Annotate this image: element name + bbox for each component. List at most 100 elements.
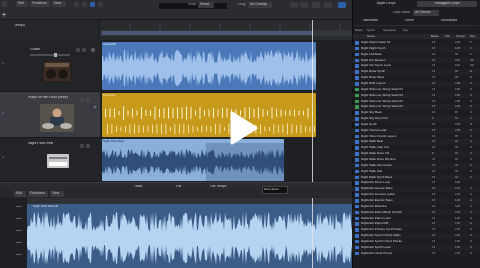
col-fav[interactable]: Fav	[445, 35, 450, 38]
editor-amplitude-scale	[0, 198, 27, 268]
tab-file[interactable]: File	[176, 185, 181, 188]
editor-playhead[interactable]	[312, 198, 313, 268]
filter-signature[interactable]: Signature	[383, 29, 396, 32]
track-header-audio[interactable]: 3 Night Flow Rest	[0, 138, 100, 182]
loop-beats: 16	[432, 46, 436, 50]
loop-name: Night Walk Beat	[361, 140, 384, 144]
drag-dropdown[interactable]: No Overlap	[248, 2, 272, 8]
mute-button[interactable]	[80, 98, 84, 102]
tab-descriptors[interactable]: Descriptors	[441, 19, 457, 22]
waveform-audio	[102, 143, 284, 181]
toolbar-edit-menu[interactable]: Edit	[16, 1, 28, 7]
loop-key: A	[470, 105, 473, 109]
editor-waveform	[27, 211, 352, 265]
loop-beats: 16	[432, 64, 436, 68]
loop-key: A	[470, 245, 473, 249]
pan-knob[interactable]	[92, 104, 98, 110]
loop-tempo: 110	[455, 58, 460, 62]
tab-apple-loops[interactable]: Apple Loops	[357, 1, 415, 7]
loop-beats: 16	[432, 58, 436, 62]
mute-button[interactable]	[76, 48, 80, 52]
solo-button[interactable]	[82, 48, 86, 52]
loop-list-item[interactable]: Nightclub Vocal Chops 16 120 A	[352, 251, 480, 257]
loop-beats: 16	[432, 175, 436, 179]
filter-beats[interactable]: Beats	[355, 29, 363, 32]
tempo-track-label: Tempo	[14, 24, 25, 27]
tab-instrument[interactable]: Instrument	[363, 19, 378, 22]
loop-key: C	[470, 146, 473, 150]
track-name[interactable]: Night Flow Rest	[28, 142, 53, 146]
loop-name: Night Walk Drum Rhythm	[361, 158, 396, 161]
loop-name: Night Rider Synth	[361, 70, 386, 74]
toolbar-functions-menu[interactable]: Functions	[30, 1, 50, 7]
loop-key: A	[470, 198, 473, 202]
tab-file-tempo[interactable]: File Tempo	[210, 185, 227, 188]
loop-beats: 8	[432, 117, 434, 121]
col-beats[interactable]: Beats	[431, 35, 439, 38]
loop-name: Night Out Reason	[361, 58, 386, 62]
editor-view-menu[interactable]: View	[50, 191, 64, 197]
tracks-header: Tempo	[0, 20, 100, 40]
loop-key: Gb	[470, 58, 475, 62]
loop-icon	[355, 251, 359, 256]
play-icon[interactable]	[222, 108, 262, 148]
editor-edit-menu[interactable]: Edit	[14, 191, 26, 197]
loop-beats: 16	[432, 228, 436, 232]
loop-packs-dropdown[interactable]: All Genres	[413, 10, 439, 16]
loop-key: A	[470, 204, 473, 208]
loop-beats: 16	[432, 105, 436, 109]
loop-icon	[355, 228, 359, 232]
main-toolbar: Edit Functions View Snap: Smart Drag: No…	[0, 0, 352, 20]
loop-name: Night Walk Pad	[361, 169, 383, 173]
loop-icon	[355, 122, 359, 127]
add-track-icon[interactable]	[2, 12, 22, 17]
region-drummer[interactable]: Drummer	[102, 93, 316, 137]
loop-tempo: 120	[455, 187, 461, 191]
loop-beats: 16	[432, 52, 436, 56]
editor-waveform-region[interactable]: Night Flow Rest.aif	[27, 204, 352, 268]
loop-key: A	[470, 99, 473, 103]
loop-tempo: 87	[455, 117, 459, 121]
loop-icon	[355, 76, 359, 80]
tab-genre[interactable]: Genre	[405, 19, 414, 22]
loop-name: Night Shimmer String Swell 04	[361, 105, 403, 109]
loop-beats: 16	[432, 187, 436, 191]
filter-key[interactable]: Key	[403, 29, 408, 32]
track-name[interactable]: Plays on the Floor (Mike)	[28, 96, 78, 100]
loop-key: A	[470, 228, 473, 232]
volume-fader[interactable]	[30, 53, 70, 57]
loop-tempo: 98	[455, 70, 459, 74]
editor-functions-menu[interactable]: Functions	[28, 191, 48, 197]
toolbar-view-menu[interactable]: View	[52, 1, 66, 7]
filter-synth[interactable]: Synth	[367, 29, 375, 32]
loop-beats: 16	[432, 87, 436, 91]
playhead[interactable]	[312, 20, 313, 182]
solo-button[interactable]	[86, 144, 90, 148]
col-name[interactable]: Name	[367, 35, 375, 38]
mute-button[interactable]	[80, 144, 84, 148]
loop-beats: 16	[432, 70, 436, 74]
solo-button[interactable]	[86, 98, 90, 102]
loop-icon	[355, 64, 359, 68]
pan-knob[interactable]	[90, 47, 96, 53]
loop-key: F	[470, 41, 472, 44]
tab-untagged-loops[interactable]: Untagged Loops	[417, 1, 477, 7]
track-header-drummer[interactable]: 2 Plays on the Floor (Mike)	[0, 92, 100, 138]
col-tempo[interactable]: Tempo	[456, 35, 465, 38]
loop-name: Nightclub Pulsing Synth Pads	[361, 228, 402, 232]
editor-tabs: Track File File Tempo	[0, 182, 352, 190]
loop-key: A	[470, 81, 473, 85]
snap-dropdown[interactable]: Smart	[198, 2, 214, 8]
loop-icon	[355, 41, 359, 45]
cycle-region[interactable]	[102, 31, 312, 35]
loop-key: E	[470, 76, 473, 80]
tab-track[interactable]: Track	[134, 185, 142, 188]
loop-beats: 16	[432, 111, 436, 115]
region-guitar[interactable]: Guitar#06	[102, 42, 316, 90]
track-header-guitar[interactable]: 1 Guitar	[0, 40, 100, 92]
loop-beats: 16	[432, 251, 436, 255]
track-name[interactable]: Guitar	[30, 48, 40, 52]
track-options-icon[interactable]	[2, 1, 7, 7]
col-key[interactable]: Key	[470, 35, 475, 38]
loop-key: D	[470, 122, 473, 126]
